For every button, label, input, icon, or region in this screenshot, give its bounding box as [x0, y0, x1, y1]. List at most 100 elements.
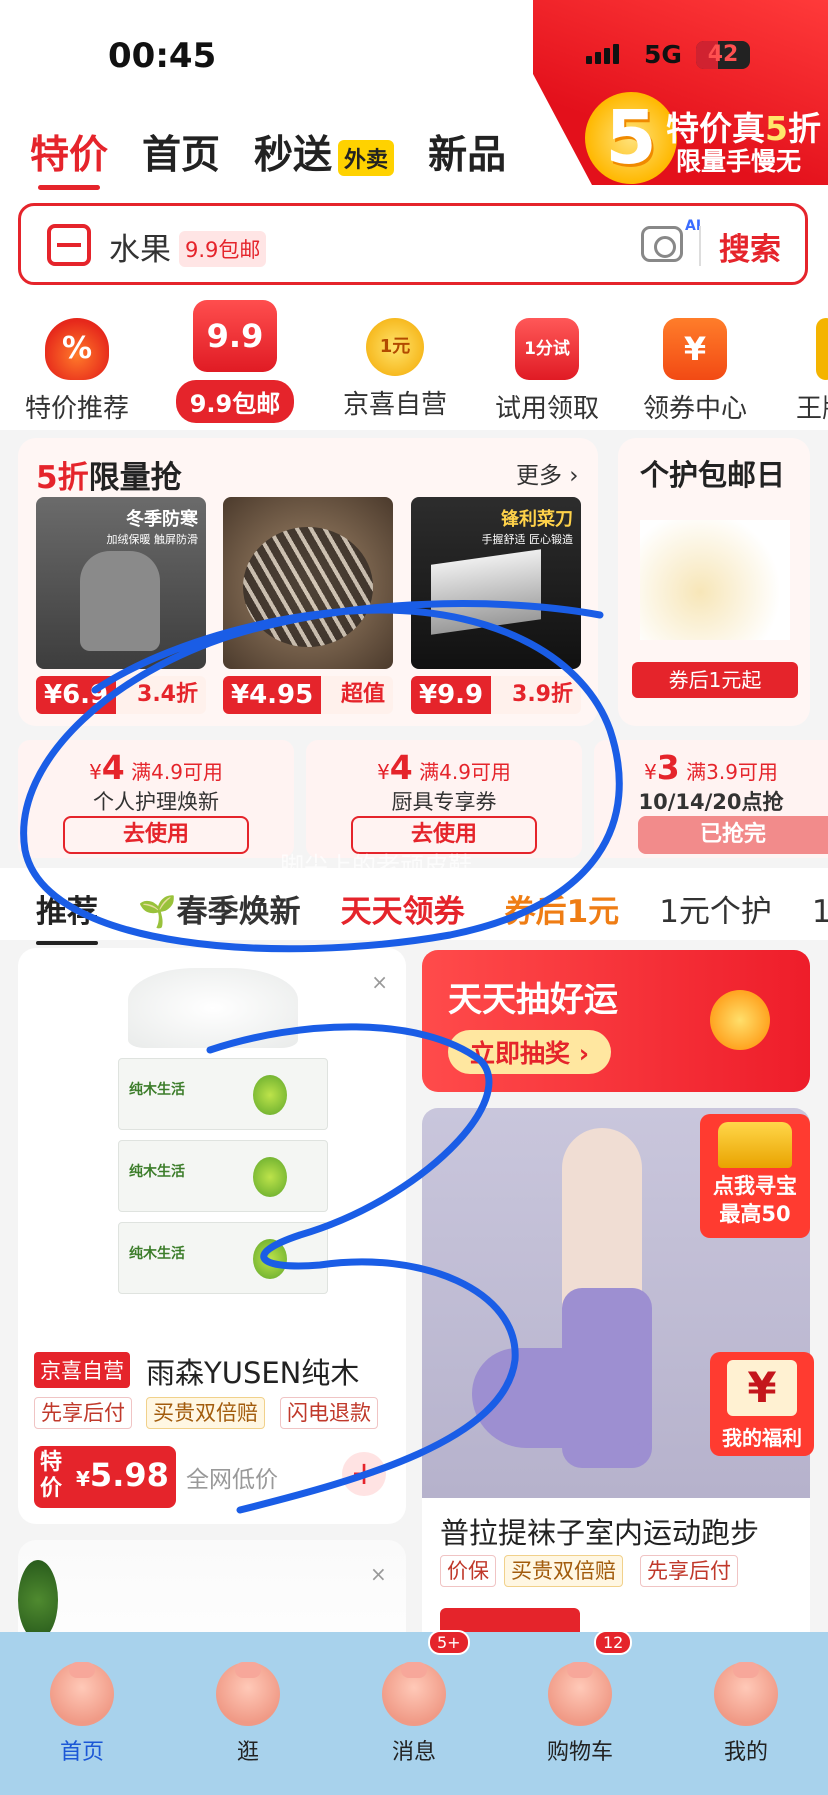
scan-icon[interactable]: [47, 224, 91, 266]
pig-mascot-icon: [382, 1662, 446, 1726]
my-welfare-float-button[interactable]: ¥ 我的福利: [710, 1352, 814, 1456]
tab-miaosong[interactable]: 秒送 外卖: [254, 124, 395, 180]
category-99-free-shipping[interactable]: 9.9 9.9包邮: [168, 300, 302, 423]
product-title: 普拉提袜子室内运动跑步: [440, 1516, 760, 1550]
close-icon[interactable]: ×: [371, 970, 388, 994]
product-seeds[interactable]: [223, 497, 393, 669]
tabbar-me[interactable]: 我的: [686, 1634, 806, 1766]
tabbar-browse[interactable]: 逛: [188, 1634, 308, 1766]
tissue-image: 纯木生活 纯木生活 纯木生活: [98, 968, 338, 1308]
price-note: 全网低价: [186, 1467, 278, 1493]
trial-bag-icon: 1分试: [515, 318, 579, 380]
yen-icon: ¥: [727, 1360, 797, 1416]
product-gloves[interactable]: 冬季防寒 加绒保暖 触屏防滑: [36, 497, 206, 669]
coupon-amount: ¥4 满4.9可用: [377, 748, 511, 787]
status-time: 00:45: [108, 36, 217, 76]
tissue-box: 纯木生活: [118, 1222, 328, 1294]
tissue-top: [128, 968, 298, 1048]
tab-1yuan-care[interactable]: 1元个护: [659, 886, 772, 931]
close-icon[interactable]: ×: [370, 1562, 387, 1586]
search-input[interactable]: 水果: [109, 224, 171, 269]
product-price: ¥4.95: [223, 676, 322, 714]
coupon-card: ¥4 满4.9可用 个人护理焕新 去使用: [18, 740, 294, 858]
tabbar-label: 消息: [391, 1740, 436, 1765]
category-trial[interactable]: 1分试 试用领取: [482, 318, 612, 425]
coupon-desc: 个人护理焕新: [93, 790, 219, 814]
tab-new[interactable]: 新品: [428, 124, 506, 180]
message-count-badge: 5+: [428, 1630, 470, 1655]
network-label: 5G: [644, 40, 682, 69]
personal-care-image: [640, 520, 790, 640]
tabbar-cart[interactable]: 12 购物车: [520, 1630, 640, 1766]
category-label: 京喜自营: [342, 390, 447, 420]
tab-recommend[interactable]: 推荐: [36, 886, 98, 945]
category-label: 王牌: [796, 394, 828, 424]
category-coupon-center[interactable]: ¥ 领券中心: [630, 318, 760, 425]
product-discount: 3.4折: [137, 682, 198, 707]
battery-icon: 42: [696, 41, 750, 69]
add-to-cart-button[interactable]: +: [342, 1452, 386, 1496]
tab-spring[interactable]: 🌱春季焕新: [138, 886, 301, 931]
service-tag: 先享后付: [34, 1397, 132, 1429]
camera-icon[interactable]: [641, 226, 683, 262]
tab-tejia[interactable]: 特价: [30, 124, 108, 190]
price-strip: ¥6.9 3.4折: [36, 676, 206, 714]
flash-sale-title: 5折限量抢: [36, 460, 182, 496]
flash-sale-more[interactable]: 更多 ›: [516, 456, 579, 490]
tab-spring-label: 春季焕新: [176, 894, 301, 930]
category-ace[interactable]: 王牌: [770, 318, 828, 425]
tissue-box: 纯木生活: [118, 1140, 328, 1212]
top-nav: 特价 首页 秒送 外卖 新品: [30, 124, 506, 190]
category-label: 试用领取: [494, 394, 599, 424]
coupon-amount: ¥3 满3.9可用: [644, 748, 778, 787]
jingxi-self-badge: 京喜自营: [34, 1352, 130, 1388]
search-button[interactable]: 搜索: [719, 224, 781, 269]
coupon-desc: 10/14/20点抢: [638, 790, 784, 814]
tabbar-label: 逛: [236, 1740, 259, 1765]
category-label: 9.9包邮: [175, 380, 295, 423]
service-tag: 闪电退款: [280, 1397, 378, 1429]
feed-card-tissue[interactable]: × 纯木生活 纯木生活 纯木生活: [18, 948, 406, 1524]
lucky-title: 天天抽好运: [448, 980, 618, 1020]
product-title: 雨森YUSEN纯木: [146, 1356, 360, 1390]
personal-care-title: 个护包邮日: [640, 458, 786, 492]
search-divider: [699, 226, 701, 266]
price-box: 特价 ¥5.98: [34, 1446, 176, 1508]
cleaver-image: [431, 549, 541, 635]
cart-count-badge: 12: [594, 1630, 633, 1655]
price-strip: ¥9.9 3.9折: [411, 676, 581, 714]
category-label: 领券中心: [642, 394, 747, 424]
personal-care-button[interactable]: 券后1元起: [632, 662, 798, 698]
service-tag: 买贵双倍赔: [504, 1555, 623, 1587]
tab-miaosong-label: 秒送: [254, 133, 333, 178]
search-bar[interactable]: 水果 9.9包邮 AI 搜索: [18, 203, 808, 285]
tab-home[interactable]: 首页: [142, 124, 220, 180]
lucky-draw-button[interactable]: 立即抽奖 ›: [448, 1030, 612, 1074]
coupon-use-button[interactable]: 去使用: [63, 816, 249, 854]
tabbar-home[interactable]: 首页: [22, 1634, 142, 1766]
pig-mascot-icon: [714, 1662, 778, 1726]
ace-icon: [816, 318, 828, 380]
tab-1yuan[interactable]: 1元: [812, 886, 828, 931]
tissue-box: 纯木生活: [118, 1058, 328, 1130]
coupon-amount: ¥4 满4.9可用: [89, 748, 223, 787]
product-price: ¥5.98: [76, 1456, 169, 1494]
coupon-claimed-button[interactable]: 已抢完: [638, 816, 828, 854]
tabbar-label: 首页: [59, 1740, 104, 1765]
product-overlay-sub: 加绒保暖 触屏防滑: [106, 533, 199, 546]
treasure-float-button[interactable]: 点我寻宝 最高50: [700, 1114, 810, 1238]
product-discount: 3.9折: [512, 682, 573, 707]
lucky-draw-card[interactable]: 天天抽好运 立即抽奖 ›: [422, 950, 810, 1092]
pig-mascot-icon: [548, 1662, 612, 1726]
product-cleaver[interactable]: 锋利菜刀 手握舒适 匠心锻造: [411, 497, 581, 669]
tab-after-coupon[interactable]: 券后1元: [505, 886, 620, 931]
coupon-card: ¥3 满3.9可用 10/14/20点抢 已抢完: [594, 740, 828, 858]
tab-daily-coupon[interactable]: 天天领券: [341, 886, 465, 931]
coin-1yuan-icon: 1元: [366, 318, 424, 376]
category-tejia-recommend[interactable]: % 特价推荐: [12, 318, 142, 425]
tabbar-messages[interactable]: 5+ 消息: [354, 1630, 474, 1766]
coupon-icon: ¥: [663, 318, 727, 380]
coupon-card: ¥4 满4.9可用 厨具专享券 去使用: [306, 740, 582, 858]
category-jingxi-self[interactable]: 1元 京喜自营: [330, 318, 460, 421]
red-envelope-icon: [710, 990, 770, 1050]
